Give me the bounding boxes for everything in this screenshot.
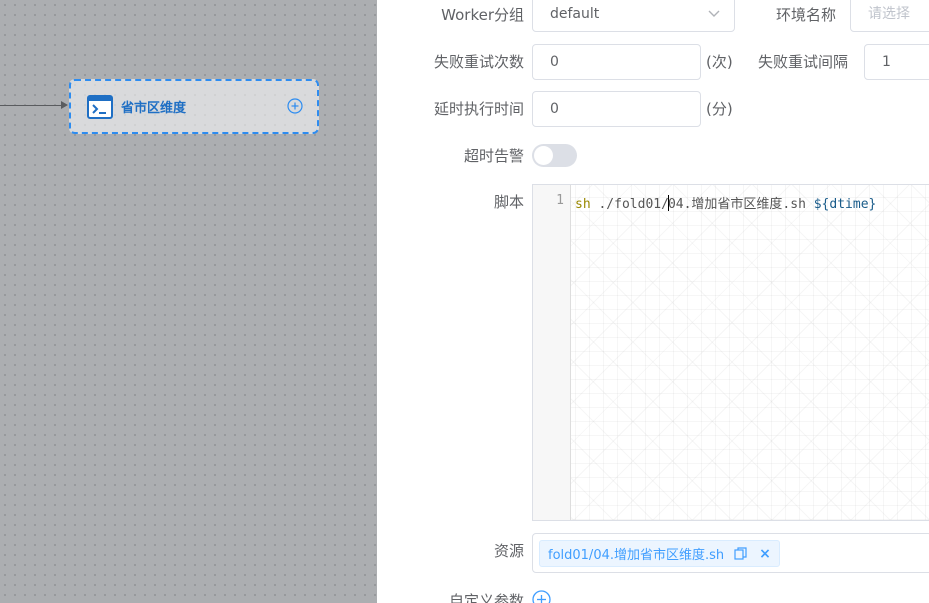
code-variable: ${dtime}: [813, 197, 877, 212]
delay-time-input[interactable]: 0: [532, 91, 701, 127]
terminal-icon: [87, 94, 113, 119]
resource-select[interactable]: fold01/04.增加省市区维度.sh ×: [532, 533, 929, 573]
worker-group-select[interactable]: default: [532, 0, 735, 32]
worker-group-label: Worker分组: [441, 6, 524, 24]
task-node-label: 省市区维度: [121, 101, 187, 116]
retry-times-unit: (次): [706, 53, 733, 71]
chevron-down-icon: [708, 10, 720, 17]
resource-tag: fold01/04.增加省市区维度.sh ×: [539, 540, 780, 567]
delay-time-unit: (分): [706, 100, 733, 118]
retry-times-label: 失败重试次数: [433, 53, 524, 71]
copy-icon[interactable]: [734, 547, 747, 560]
environment-label: 环境名称: [776, 6, 837, 24]
switch-knob: [534, 146, 553, 165]
tag-close-icon[interactable]: ×: [759, 546, 771, 562]
environment-select[interactable]: 请选择: [850, 0, 929, 32]
resource-label: 资源: [493, 542, 524, 560]
timeout-alarm-switch[interactable]: [532, 144, 577, 167]
code-line[interactable]: sh ./fold01/04.增加省市区维度.sh ${dtime}: [575, 193, 876, 212]
timeout-alarm-label: 超时告警: [463, 147, 524, 165]
editor-gutter: 1: [533, 185, 571, 520]
script-label: 脚本: [493, 193, 524, 211]
code-path-a: ./fold01/: [590, 197, 669, 212]
workflow-canvas[interactable]: 省市区维度: [0, 0, 377, 603]
retry-interval-value: 1: [882, 54, 891, 70]
code-path-b: 04.增加省市区维度.sh: [667, 197, 814, 212]
worker-group-value: default: [550, 6, 600, 22]
plus-circle-icon[interactable]: [287, 98, 303, 114]
task-node[interactable]: 省市区维度: [69, 79, 319, 134]
task-form-panel: Worker分组 default 环境名称 请选择 失败重试次数 0 (次) 失…: [377, 0, 929, 603]
delay-time-value: 0: [550, 101, 559, 117]
add-param-icon[interactable]: [532, 590, 551, 603]
retry-times-input[interactable]: 0: [532, 44, 701, 80]
retry-times-value: 0: [550, 54, 559, 70]
resource-tag-label: fold01/04.增加省市区维度.sh: [548, 548, 725, 563]
retry-interval-input[interactable]: 1: [864, 44, 929, 80]
delay-time-label: 延时执行时间: [433, 100, 524, 118]
line-number: 1: [556, 193, 564, 208]
custom-params-label: 自定义参数: [448, 592, 524, 603]
script-editor[interactable]: 1 sh ./fold01/04.增加省市区维度.sh ${dtime}: [532, 184, 929, 521]
code-keyword: sh: [575, 197, 591, 212]
retry-interval-label: 失败重试间隔: [758, 53, 849, 71]
environment-placeholder: 请选择: [868, 6, 910, 22]
